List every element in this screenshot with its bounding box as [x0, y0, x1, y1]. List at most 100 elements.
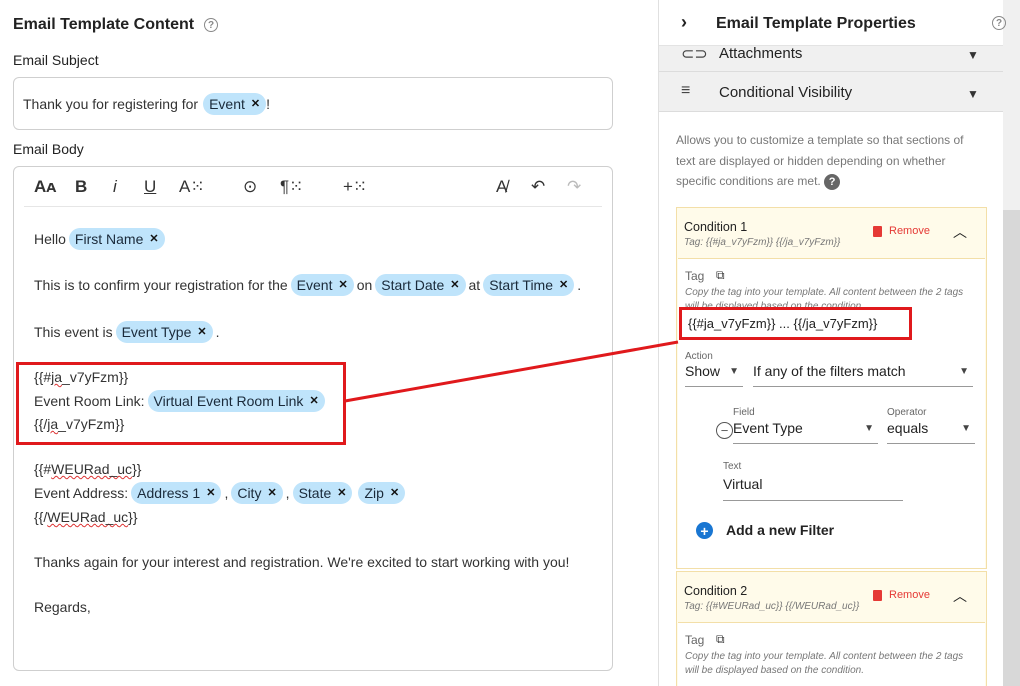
condition-title: Condition 1 [684, 220, 748, 234]
remove-label: Remove [889, 225, 930, 237]
italic-icon[interactable]: i [113, 177, 117, 197]
properties-title: Email Template Properties [716, 15, 916, 32]
chip-remove-icon[interactable]: ✕ [149, 230, 158, 248]
condition-header[interactable]: Condition 1 Tag: {{#ja_v7yFzm}} {{/ja_v7… [677, 208, 986, 258]
merge-chip-start-date[interactable]: Start Date ✕ [375, 274, 466, 296]
attachment-icon: ⊂⊃ [681, 46, 708, 63]
regards-line: Regards, [34, 599, 91, 615]
chip-remove-icon[interactable]: ✕ [390, 484, 399, 502]
help-icon[interactable]: ? [824, 173, 841, 190]
merge-chip-city[interactable]: City ✕ [231, 482, 283, 504]
underline-icon[interactable]: U [144, 177, 156, 197]
chip-remove-icon[interactable]: ✕ [559, 276, 568, 294]
chevron-up-icon[interactable]: ︿ [953, 222, 967, 242]
merge-chip-first-name[interactable]: First Name ✕ [68, 228, 165, 250]
conditional-visibility-section[interactable]: ≡ Conditional Visibility ▼ [659, 72, 1003, 112]
tag-text: WEURad_uc [47, 509, 129, 525]
conditional-description: Allows you to customize a template so th… [676, 130, 986, 192]
merge-chip-state[interactable]: State ✕ [292, 482, 353, 504]
subject-input[interactable]: Thank you for registering for Event ✕ ! [13, 77, 613, 130]
operator-value: equals [887, 420, 929, 436]
hello-text: Hello [34, 231, 66, 247]
filter-icon: ≡ [681, 82, 691, 99]
condition-card: Condition 1 Tag: {{#ja_v7yFzm}} {{/ja_v7… [676, 207, 987, 569]
trash-icon [873, 225, 882, 237]
merge-chip-event-type[interactable]: Event Type ✕ [115, 321, 213, 343]
tag-text: {{/ [34, 509, 48, 525]
tag-text: WEURad_uc [51, 461, 133, 477]
remove-label: Remove [889, 589, 930, 601]
caret-down-icon[interactable]: ▼ [967, 48, 979, 62]
chip-remove-icon[interactable]: ✕ [267, 484, 276, 502]
subject-label: Email Subject [13, 52, 99, 68]
chevron-up-icon[interactable]: ︿ [953, 586, 967, 606]
subject-text: Thank you for registering for [23, 95, 199, 112]
merge-chip-event[interactable]: Event ✕ [203, 92, 267, 115]
merge-chip-zip[interactable]: Zip ✕ [358, 482, 406, 504]
tag-text: }} [132, 461, 142, 477]
copy-icon[interactable]: ⧉ [716, 632, 725, 647]
trash-icon [873, 589, 882, 601]
chip-remove-icon[interactable]: ✕ [206, 484, 215, 502]
text-style-icon[interactable]: A⁙ [179, 177, 205, 197]
field-select[interactable]: Event Type ▼ [733, 420, 878, 444]
add-filter-icon[interactable]: + [696, 522, 713, 539]
at-text: at [468, 277, 481, 293]
open-tag2-line: {{# WEURad_uc}} [34, 461, 141, 477]
chip-label: Event Type [121, 324, 192, 340]
merge-chip-event[interactable]: Event ✕ [290, 274, 354, 296]
condition-body: Tag ⧉ Copy the tag into your template. A… [678, 622, 985, 686]
insert-icon[interactable]: +⁙ [343, 177, 367, 197]
scrollbar[interactable] [1003, 210, 1020, 686]
subject-end: ! [266, 95, 271, 112]
chip-remove-icon[interactable]: ✕ [251, 95, 260, 113]
on-text: on [356, 277, 373, 293]
tag-text: }} [128, 509, 138, 525]
add-filter-button[interactable]: Add a new Filter [726, 522, 834, 538]
operator-select[interactable]: equals ▼ [887, 420, 975, 444]
operator-label: Operator [887, 407, 927, 418]
caret-down-icon[interactable]: ▼ [967, 87, 979, 101]
hello-line: Hello First Name ✕ [34, 228, 168, 250]
copy-icon[interactable]: ⧉ [716, 268, 725, 283]
attachments-section[interactable]: ⊂⊃ Attachments ▼ [659, 45, 1003, 72]
action-select[interactable]: Show ▼ [685, 363, 743, 387]
remove-button[interactable]: Remove [873, 589, 930, 601]
chip-label: First Name [74, 231, 144, 247]
content-title-text: Email Template Content [13, 16, 195, 33]
chip-remove-icon[interactable]: ✕ [450, 276, 459, 294]
chip-remove-icon[interactable]: ✕ [197, 323, 206, 341]
clear-format-icon[interactable]: A̸ [496, 177, 507, 197]
merge-chip-address1[interactable]: Address 1 ✕ [131, 482, 222, 504]
chip-remove-icon[interactable]: ✕ [337, 484, 346, 502]
remove-filter-icon[interactable]: − [716, 422, 733, 439]
text-input[interactable]: Virtual [723, 476, 903, 501]
font-size-icon[interactable]: Aᴀ [34, 177, 56, 197]
template-content-panel: Email Template Content ? Email Subject T… [0, 0, 658, 686]
tag-label: Tag [685, 633, 705, 647]
undo-icon[interactable]: ↶ [531, 177, 545, 197]
match-value: If any of the filters match [753, 363, 906, 379]
link-icon[interactable]: ⊙ [243, 177, 257, 197]
template-properties-panel: › Email Template Properties ? ⊂⊃ Attachm… [658, 0, 1020, 686]
chip-label: Zip [364, 485, 384, 501]
tag-value-field[interactable]: {{#ja_v7yFzm}} ... {{/ja_v7yFzm}} [679, 307, 912, 340]
redo-icon[interactable]: ↷ [567, 177, 581, 197]
chip-label: State [298, 485, 332, 501]
period-text: . [577, 277, 582, 293]
merge-chip-start-time[interactable]: Start Time ✕ [483, 274, 575, 296]
collapse-chevron-icon[interactable]: › [681, 12, 687, 33]
field-value: Event Type [733, 420, 803, 436]
condition-header[interactable]: Condition 2 Tag: {{#WEURad_uc}} {{/WEURa… [677, 572, 986, 622]
action-value: Show [685, 363, 721, 379]
remove-button[interactable]: Remove [873, 225, 930, 237]
help-icon[interactable]: ? [204, 18, 219, 32]
chip-remove-icon[interactable]: ✕ [338, 276, 347, 294]
text-label: Text [723, 461, 742, 472]
paragraph-icon[interactable]: ¶⁙ [280, 177, 303, 197]
match-select[interactable]: If any of the filters match ▼ [753, 363, 973, 387]
bold-icon[interactable]: B [75, 177, 87, 197]
event-type-line: This event is Event Type ✕ . [34, 321, 220, 343]
help-icon[interactable]: ? [992, 16, 1006, 30]
caret-down-icon: ▼ [729, 366, 739, 377]
